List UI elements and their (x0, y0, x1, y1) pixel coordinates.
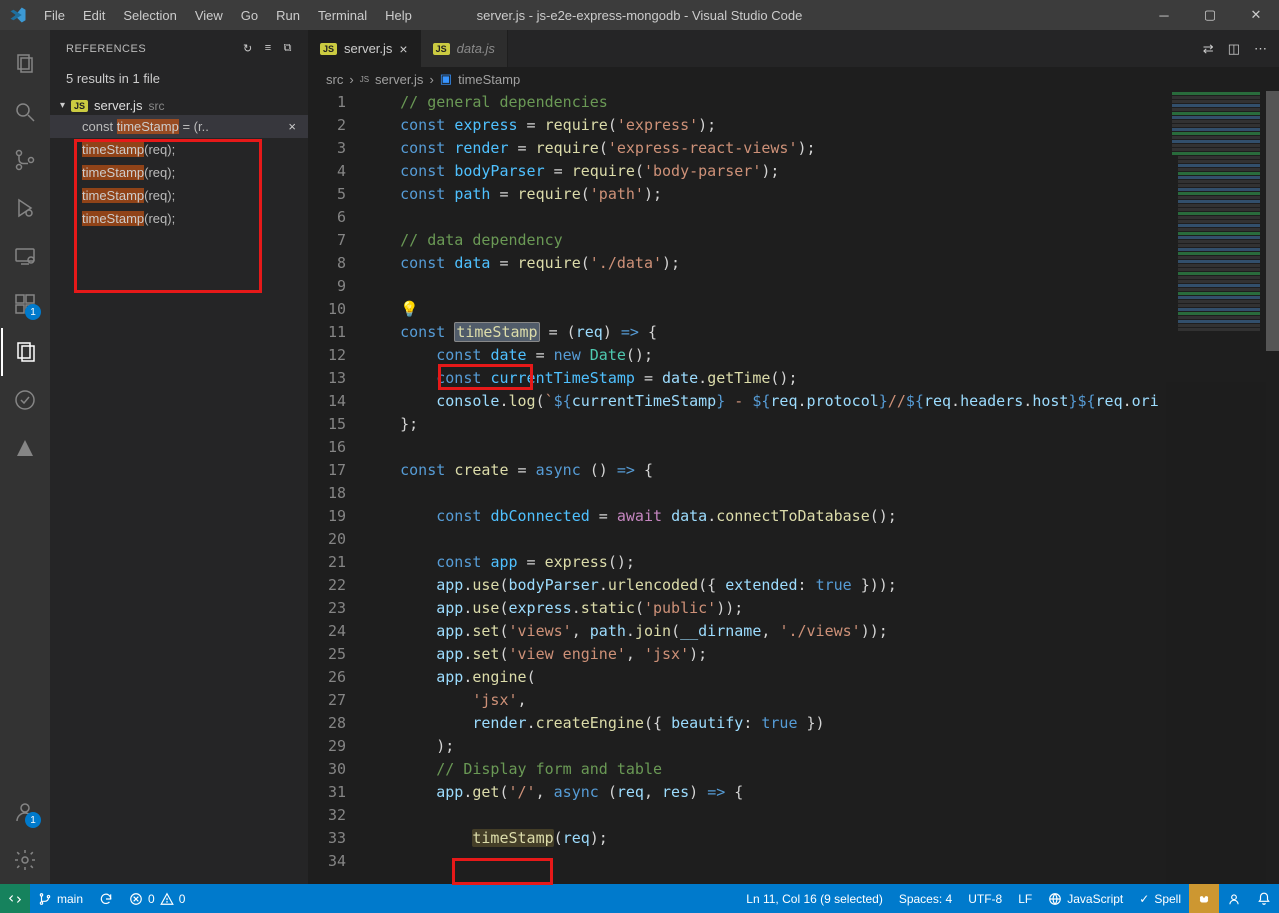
language-mode[interactable]: JavaScript (1040, 884, 1131, 913)
indentation[interactable]: Spaces: 4 (891, 884, 960, 913)
breadcrumb-file: server.js (375, 72, 423, 87)
menu-help[interactable]: Help (376, 8, 421, 23)
file-name: server.js (94, 98, 142, 113)
reference-item[interactable]: timeStamp(req); (50, 138, 308, 161)
maximize-button[interactable]: ▢ (1187, 0, 1233, 30)
minimize-button[interactable]: ─ (1141, 0, 1187, 30)
titlebar: File Edit Selection View Go Run Terminal… (0, 0, 1279, 30)
sidebar-title: REFERENCES (66, 43, 146, 55)
spell-check[interactable]: ✓ Spell (1131, 884, 1189, 913)
scrollbar[interactable] (1266, 91, 1279, 884)
references-list: const timeStamp = (r..×timeStamp(req);ti… (50, 115, 308, 230)
tab-label: data.js (457, 41, 495, 56)
window-title: server.js - js-e2e-express-mongodb - Vis… (477, 8, 803, 23)
menu-selection[interactable]: Selection (114, 8, 185, 23)
encoding[interactable]: UTF-8 (960, 884, 1010, 913)
js-file-icon: JS (433, 43, 450, 55)
menubar: File Edit Selection View Go Run Terminal… (35, 8, 421, 23)
reference-item[interactable]: timeStamp(req); (50, 207, 308, 230)
extensions-icon[interactable]: 1 (1, 280, 49, 328)
symbol-icon: ▣ (440, 71, 452, 87)
menu-edit[interactable]: Edit (74, 8, 114, 23)
settings-gear-icon[interactable] (1, 836, 49, 884)
problems[interactable]: 0 0 (121, 884, 193, 913)
tab-bar: JS server.js × JS data.js ⇄ ◫ ⋯ (308, 30, 1279, 67)
feedback-icon[interactable] (1219, 884, 1249, 913)
search-icon[interactable] (1, 88, 49, 136)
dismiss-icon[interactable]: × (288, 119, 296, 134)
cursor-position[interactable]: Ln 11, Col 16 (9 selected) (738, 884, 891, 913)
status-bar: main 0 0 Ln 11, Col 16 (9 selected) Spac… (0, 884, 1279, 913)
references-file[interactable]: ▾ JS server.js src (50, 96, 308, 115)
vscode-logo-icon (0, 6, 35, 24)
warning-count: 0 (179, 892, 186, 906)
references-icon[interactable] (1, 328, 49, 376)
eol[interactable]: LF (1010, 884, 1040, 913)
split-editor-icon[interactable]: ◫ (1228, 41, 1240, 57)
references-summary: 5 results in 1 file (50, 67, 308, 96)
error-count: 0 (148, 892, 155, 906)
git-branch[interactable]: main (30, 884, 91, 913)
branch-name: main (57, 892, 83, 906)
js-file-icon: JS (320, 43, 337, 55)
editor: JS server.js × JS data.js ⇄ ◫ ⋯ src › JS… (308, 30, 1279, 884)
refresh-icon[interactable]: ↻ (243, 42, 253, 55)
chevron-down-icon: ▾ (60, 100, 65, 111)
menu-go[interactable]: Go (232, 8, 267, 23)
menu-run[interactable]: Run (267, 8, 309, 23)
reference-item[interactable]: timeStamp(req); (50, 161, 308, 184)
sidebar-references: REFERENCES ↻ ≡ ⧉ 5 results in 1 file ▾ J… (50, 30, 308, 884)
activity-bar: 1 1 (0, 30, 50, 884)
js-file-icon: JS (71, 100, 88, 112)
more-icon[interactable]: ⋯ (1254, 41, 1267, 57)
file-dir: src (148, 99, 164, 113)
breadcrumb-symbol: timeStamp (458, 72, 520, 87)
minimap[interactable] (1166, 91, 1266, 884)
tab-data-js[interactable]: JS data.js (421, 30, 508, 67)
sync-icon[interactable] (91, 884, 121, 913)
spell-label: Spell (1154, 892, 1181, 906)
tab-close-icon[interactable]: × (399, 41, 407, 57)
explorer-icon[interactable] (1, 40, 49, 88)
breadcrumb[interactable]: src › JS server.js › ▣ timeStamp (308, 67, 1279, 91)
remote-explorer-icon[interactable] (1, 232, 49, 280)
remote-indicator[interactable] (0, 884, 30, 913)
accounts-icon[interactable]: 1 (1, 788, 49, 836)
menu-file[interactable]: File (35, 8, 74, 23)
menu-view[interactable]: View (186, 8, 232, 23)
collapse-icon[interactable]: ⧉ (284, 42, 292, 55)
accounts-badge: 1 (25, 812, 41, 828)
azure-icon[interactable] (1, 424, 49, 472)
copilot-icon[interactable] (1189, 884, 1219, 913)
js-file-icon: JS (360, 75, 369, 84)
notifications-icon[interactable] (1249, 884, 1279, 913)
clear-icon[interactable]: ≡ (265, 42, 272, 55)
compare-icon[interactable]: ⇄ (1203, 41, 1214, 57)
reference-item[interactable]: const timeStamp = (r..× (50, 115, 308, 138)
breadcrumb-dir: src (326, 72, 343, 87)
tab-label: server.js (344, 41, 392, 56)
tab-server-js[interactable]: JS server.js × (308, 30, 421, 67)
language-label: JavaScript (1067, 892, 1123, 906)
run-debug-icon[interactable] (1, 184, 49, 232)
reference-item[interactable]: timeStamp(req); (50, 184, 308, 207)
close-button[interactable]: ✕ (1233, 0, 1279, 30)
menu-terminal[interactable]: Terminal (309, 8, 376, 23)
test-icon[interactable] (1, 376, 49, 424)
extensions-badge: 1 (25, 304, 41, 320)
source-control-icon[interactable] (1, 136, 49, 184)
code-area[interactable]: 1234567891011121314151617181920212223242… (308, 91, 1279, 884)
